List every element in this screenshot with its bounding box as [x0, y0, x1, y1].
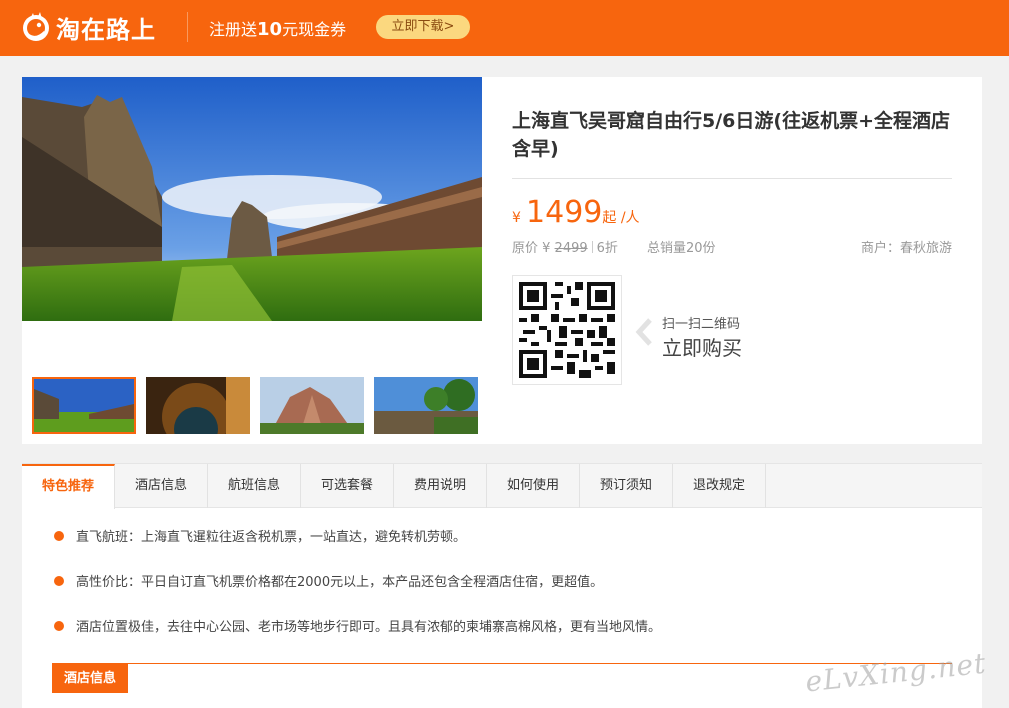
tab-how-to-use[interactable]: 如何使用: [487, 464, 580, 508]
price-meta: 原价 ¥ 2499 6折 总销量20份 商户：春秋旅游: [512, 237, 952, 256]
hotel-info-section-tag: 酒店信息: [52, 664, 128, 693]
thumbnail-strip: [32, 377, 478, 434]
price-block: ¥ 1499起 /人: [512, 195, 640, 230]
qr-code: [512, 275, 622, 385]
tab-fee-details[interactable]: 费用说明: [394, 464, 487, 508]
scan-qr-hint: 扫一扫二维码: [662, 317, 741, 332]
list-item: 直飞航班：上海直飞暹粒往返含税机票，一站直达，避免转机劳顿。: [54, 526, 466, 545]
brand-mascot-icon: [23, 12, 49, 41]
top-header-bar: 淘在路上 注册送10元现金券 立即下载>: [0, 0, 1009, 56]
title-divider: [512, 178, 952, 179]
brand-name: 淘在路上: [56, 15, 156, 44]
thumbnail-3[interactable]: [260, 377, 364, 434]
list-item: 高性价比：平日自订直飞机票价格都在2000元以上，本产品还包含全程酒店住宿，更超…: [54, 571, 603, 590]
bullet-dot-icon: [54, 576, 64, 586]
thumbnail-1[interactable]: [32, 377, 136, 434]
tab-features[interactable]: 特色推荐: [22, 464, 115, 509]
tab-booking-notes[interactable]: 预订须知: [580, 464, 673, 508]
brand-logo[interactable]: 淘在路上: [20, 9, 156, 45]
merchant-name[interactable]: 商户：春秋旅游: [861, 237, 952, 256]
register-promo: 注册送10元现金券: [209, 19, 347, 40]
detail-tabs: 特色推荐 酒店信息 航班信息 可选套餐 费用说明 如何使用 预订须知 退改规定: [22, 463, 982, 509]
qr-code-icon: [519, 282, 615, 378]
price-unit: 起 /人: [602, 210, 640, 226]
tab-packages[interactable]: 可选套餐: [301, 464, 394, 508]
thumbnail-2[interactable]: [146, 377, 250, 434]
buy-now-label[interactable]: 立即购买: [662, 332, 742, 361]
original-price: 2499: [554, 241, 588, 256]
list-item: 酒店位置极佳，去往中心公园、老市场等地步行即可。且具有浓郁的柬埔寨高棉风格，更有…: [54, 616, 661, 635]
bullet-dot-icon: [54, 621, 64, 631]
thumbnail-4[interactable]: [374, 377, 478, 434]
tab-refund-policy[interactable]: 退改规定: [673, 464, 766, 508]
discount-label: 6折: [596, 241, 618, 256]
currency-symbol: ¥: [512, 210, 521, 226]
tab-flight-info[interactable]: 航班信息: [208, 464, 301, 508]
hero-image[interactable]: [22, 77, 482, 321]
header-divider: [187, 12, 188, 42]
product-title: 上海直飞吴哥窟自由行5/6日游(往返机票+全程酒店含早): [512, 110, 950, 160]
sale-price: 1499: [526, 195, 603, 230]
download-app-button[interactable]: 立即下载>: [376, 15, 470, 39]
bullet-dot-icon: [54, 531, 64, 541]
tab-hotel-info[interactable]: 酒店信息: [115, 464, 208, 508]
sales-count: 总销量20份: [647, 241, 716, 256]
product-card: 上海直飞吴哥窟自由行5/6日游(往返机票+全程酒店含早) ¥ 1499起 /人 …: [22, 77, 982, 444]
angkor-wat-photo: [22, 77, 482, 321]
chevron-left-icon: [635, 318, 652, 346]
